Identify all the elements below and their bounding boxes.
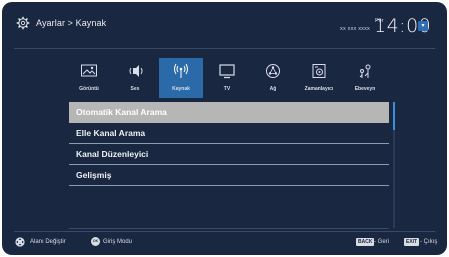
antenna-icon bbox=[174, 63, 188, 78]
picture-icon bbox=[81, 64, 97, 77]
header-divider bbox=[14, 48, 435, 49]
menu-item-channel-editor[interactable]: Kanal Düzenleyici bbox=[69, 144, 389, 165]
parental-lock-icon bbox=[359, 64, 371, 78]
back-key-icon: BACK bbox=[356, 238, 375, 246]
tab-tv[interactable]: TV bbox=[205, 58, 249, 98]
navigation-pad-icon bbox=[15, 237, 25, 247]
menu-item-advanced[interactable]: Gelişmiş bbox=[69, 165, 389, 186]
menu-divider bbox=[69, 228, 389, 229]
header: Ayarlar > Kaynak Per xx xxx xxxx 14:00 ▾ bbox=[2, 2, 447, 48]
speaker-icon bbox=[129, 65, 143, 77]
network-icon bbox=[266, 64, 280, 78]
exit-key-icon: EXIT bbox=[404, 238, 420, 246]
breadcrumb: Ayarlar > Kaynak bbox=[36, 18, 107, 28]
tab-source[interactable]: Kaynak bbox=[159, 58, 203, 98]
tv-screen: Ayarlar > Kaynak Per xx xxx xxxx 14:00 ▾… bbox=[2, 2, 447, 255]
input-mode-hint: Giriş Modu bbox=[103, 239, 133, 245]
tab-label: Ağ bbox=[269, 86, 277, 92]
footer-divider bbox=[14, 231, 435, 232]
category-tabs: Görüntü Ses Kaynak TV Ağ Zamanlayıcı Ebe… bbox=[67, 58, 389, 98]
info-dropdown-button[interactable]: ▾ bbox=[418, 21, 428, 31]
tab-label: TV bbox=[223, 86, 231, 92]
tab-sound[interactable]: Ses bbox=[113, 58, 157, 98]
chevron-down-icon: ▾ bbox=[421, 23, 425, 29]
tab-label: Kaynak bbox=[172, 86, 190, 92]
source-menu: Otomatik Kanal Arama Elle Kanal Arama Ka… bbox=[69, 102, 389, 186]
menu-scroll-thumb[interactable] bbox=[393, 102, 395, 130]
timer-settings-icon bbox=[312, 64, 326, 78]
tab-network[interactable]: Ağ bbox=[251, 58, 295, 98]
footer-hints: Alanı Değiştir OK Giriş Modu BACK - Geri… bbox=[2, 234, 447, 254]
tab-label: Ebeveyn bbox=[354, 86, 376, 92]
tab-label: Ses bbox=[130, 86, 140, 92]
tab-label: Görüntü bbox=[79, 86, 99, 92]
change-area-hint: Alanı Değiştir bbox=[30, 239, 66, 245]
tab-picture[interactable]: Görüntü bbox=[67, 58, 111, 98]
exit-hint: - Çıkış bbox=[420, 239, 438, 245]
back-hint: - Geri bbox=[374, 239, 389, 245]
tab-parental[interactable]: Ebeveyn bbox=[343, 58, 387, 98]
menu-item-auto-channel-search[interactable]: Otomatik Kanal Arama bbox=[69, 102, 389, 123]
tv-icon bbox=[219, 64, 235, 79]
tab-timer[interactable]: Zamanlayıcı bbox=[297, 58, 341, 98]
tab-label: Zamanlayıcı bbox=[304, 86, 334, 92]
menu-item-manual-channel-search[interactable]: Elle Kanal Arama bbox=[69, 123, 389, 144]
gear-icon bbox=[16, 16, 30, 30]
date-label: xx xxx xxxx bbox=[340, 26, 371, 32]
ok-button-icon: OK bbox=[91, 237, 100, 246]
